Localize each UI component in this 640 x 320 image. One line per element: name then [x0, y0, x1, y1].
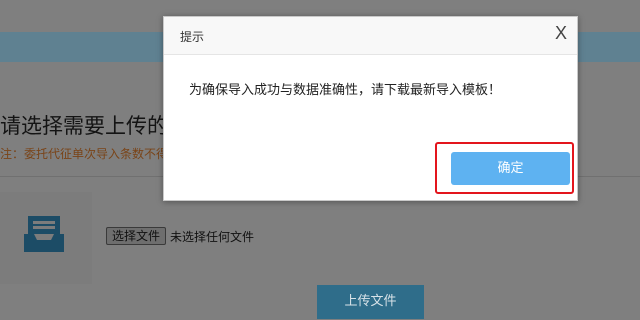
dialog-message: 为确保导入成功与数据准确性，请下载最新导入模板！ [189, 83, 502, 98]
inbox-tray-icon [24, 216, 64, 252]
confirm-button[interactable]: 确定 [451, 152, 570, 185]
file-status-text: 未选择任何文件 [170, 229, 255, 244]
notice-dialog: 提示 X 为确保导入成功与数据准确性，请下载最新导入模板！ 确定 [163, 16, 578, 201]
close-icon[interactable]: X [555, 23, 567, 44]
upload-file-button[interactable]: 上传文件 [317, 285, 424, 319]
dialog-title: 提示 [180, 30, 205, 44]
choose-file-button[interactable]: 选择文件 [106, 227, 167, 245]
dialog-header: 提示 X [164, 17, 577, 55]
upload-limit-note: 注：委托代征单次导入条数不得超 [0, 147, 175, 161]
file-input: 选择文件 未选择任何文件 [106, 227, 254, 245]
upload-heading: 请选择需要上传的文 [0, 114, 175, 138]
